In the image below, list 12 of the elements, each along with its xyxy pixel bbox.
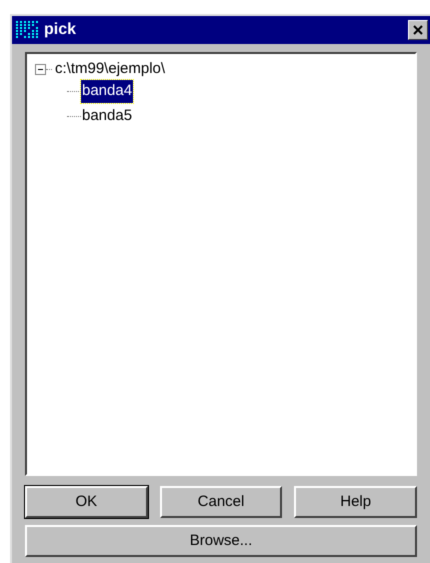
collapse-toggle[interactable] bbox=[35, 64, 46, 74]
dialog-button[interactable]: Cancel bbox=[160, 486, 282, 518]
tree-item[interactable]: banda4 bbox=[81, 80, 134, 103]
close-icon bbox=[413, 25, 423, 35]
dialog-button[interactable]: Browse... bbox=[25, 525, 417, 557]
dialog-button[interactable]: Help bbox=[294, 486, 418, 518]
close-button[interactable] bbox=[408, 20, 428, 40]
window-title: pick bbox=[44, 20, 78, 40]
grid-icon bbox=[16, 21, 38, 39]
tree-item[interactable]: banda5 bbox=[81, 105, 134, 128]
tree-item[interactable]: c:\tm99\ejemplo\ bbox=[52, 58, 166, 80]
dialog-button[interactable]: OK bbox=[25, 486, 148, 518]
